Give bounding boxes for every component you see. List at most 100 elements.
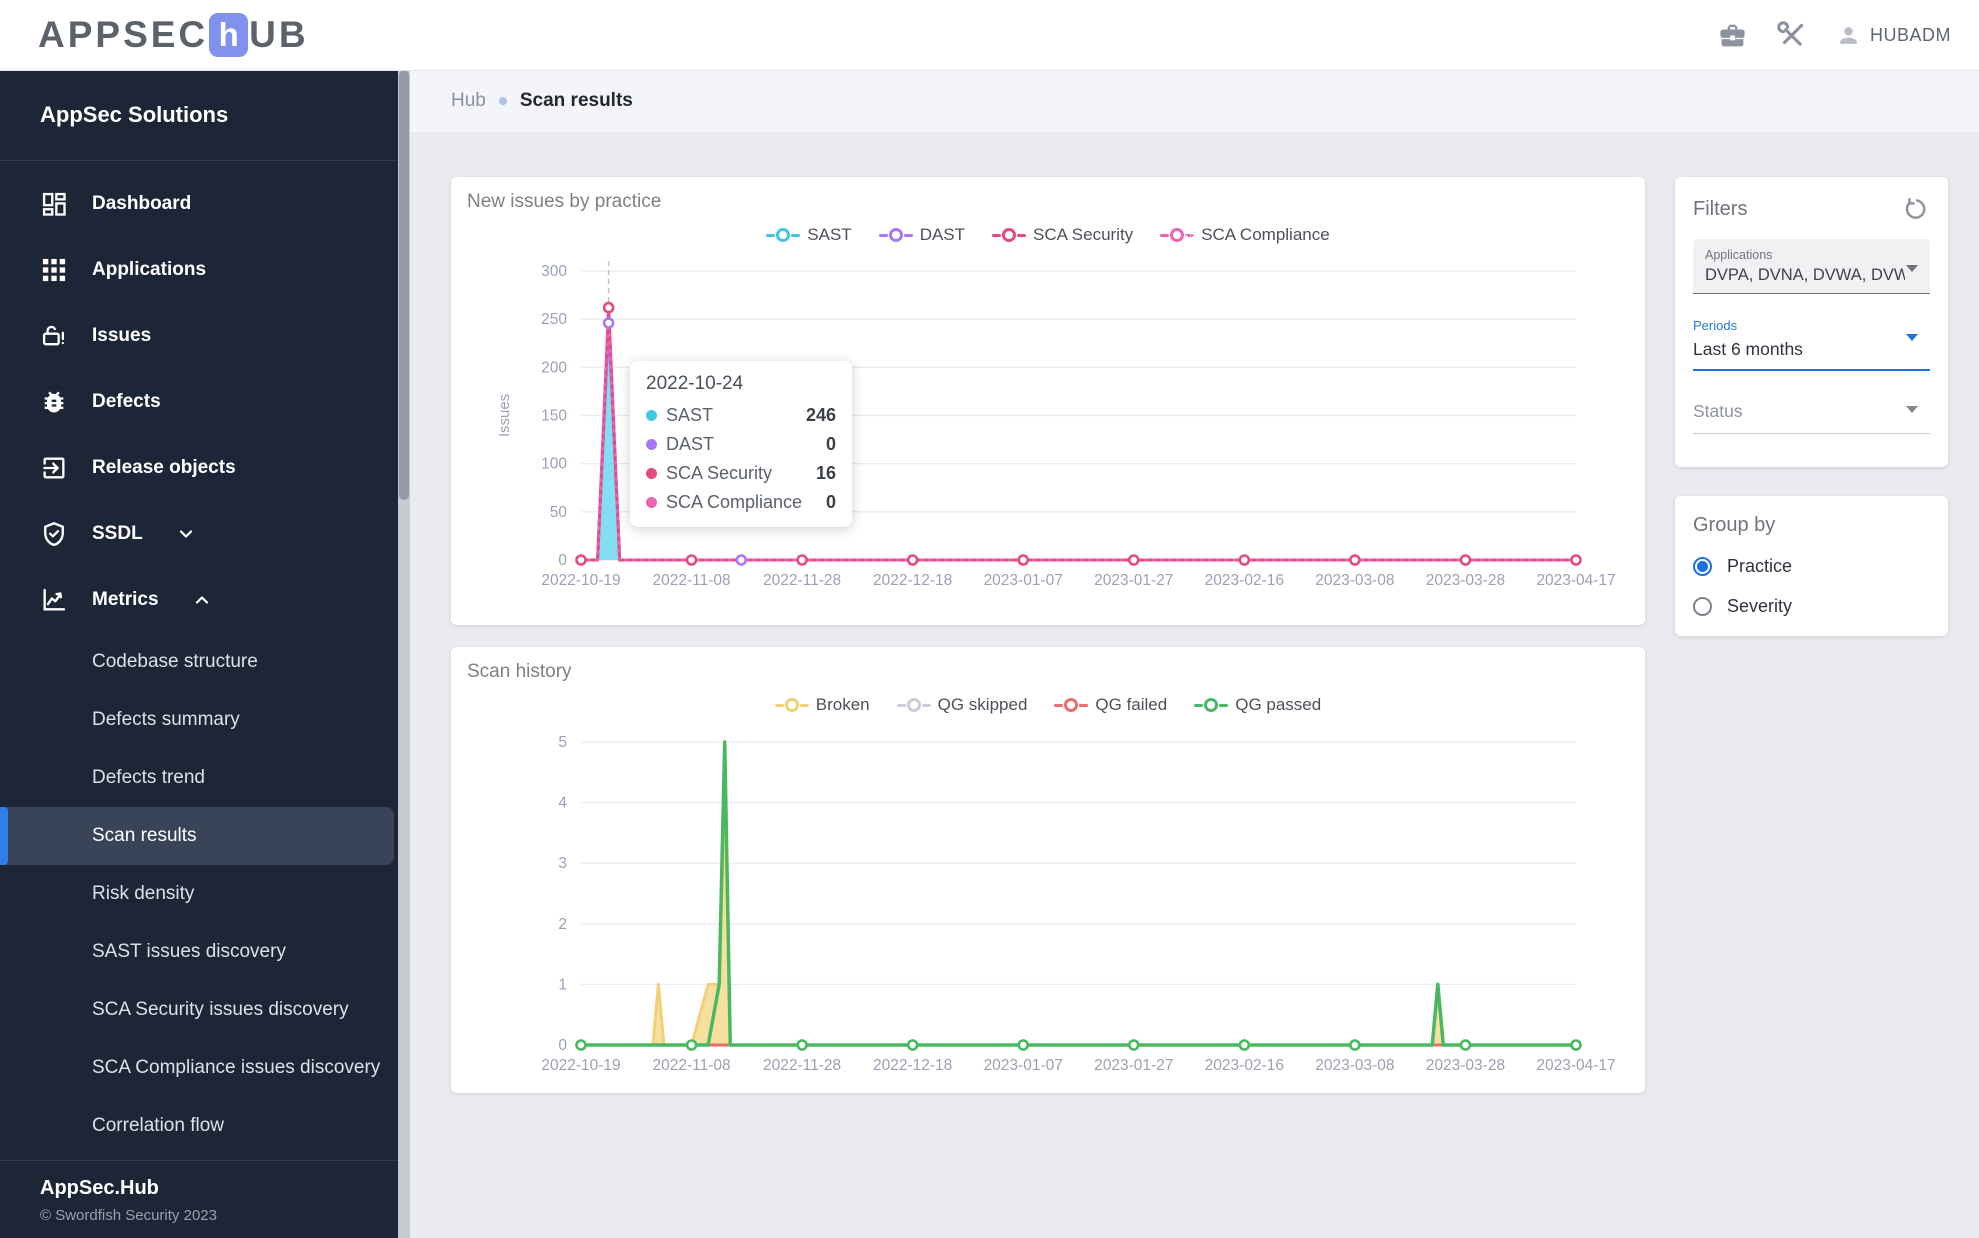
chevron-up-icon xyxy=(191,589,213,611)
sidebar-scrollbar-thumb[interactable] xyxy=(399,70,409,500)
sidebar-item-dashboard[interactable]: Dashboard xyxy=(0,171,410,237)
group-by-options: Practice Severity xyxy=(1693,556,1930,617)
applications-value: DVPA, DVNA, DVWA, DVWA... xyxy=(1705,266,1905,284)
sidebar-item-scan-results[interactable]: Scan results xyxy=(0,807,394,865)
sidebar-item-sast-issues-discovery[interactable]: SAST issues discovery xyxy=(0,923,410,981)
sidebar-subitem-label: SCA Security issues discovery xyxy=(92,999,349,1020)
sidebar-item-ssdl[interactable]: SSDL xyxy=(0,501,410,567)
filters-title: Filters xyxy=(1693,197,1748,220)
dashboard-icon xyxy=(40,190,68,218)
tooltip-series-value: 0 xyxy=(825,434,836,454)
sidebar-subitem-label: Defects summary xyxy=(92,709,240,730)
svg-text:1: 1 xyxy=(558,976,567,993)
sidebar-item-metrics[interactable]: Metrics xyxy=(0,567,410,633)
sidebar-scrollbar[interactable] xyxy=(398,70,410,1238)
chevron-down-icon xyxy=(175,523,197,545)
new-issues-card: New issues by practice SAST DAST SCA Secur… xyxy=(451,177,1645,625)
sidebar-item-risk-density[interactable]: Risk density xyxy=(0,865,410,923)
sidebar-item-sca-security-issues-discovery[interactable]: SCA Security issues discovery xyxy=(0,981,410,1039)
applications-caret-icon xyxy=(1906,265,1918,272)
series-dot-icon xyxy=(646,410,657,421)
sidebar-item-issues[interactable]: Issues xyxy=(0,303,410,369)
chart1-title: New issues by practice xyxy=(467,191,662,212)
status-select[interactable]: Status xyxy=(1693,401,1930,434)
scan-history-chart[interactable]: 0 1 2 3 4 5 2022-10-19 2022-11-08 2022-11-28 2022… xyxy=(491,709,1631,1085)
svg-text:2: 2 xyxy=(558,916,567,933)
series-dot-icon xyxy=(646,439,657,450)
svg-text:100: 100 xyxy=(541,456,567,473)
sidebar-item-defects-summary[interactable]: Defects summary xyxy=(0,691,410,749)
svg-text:2023-01-27: 2023-01-27 xyxy=(1094,572,1173,589)
sidebar-item-defects-trend[interactable]: Defects trend xyxy=(0,749,410,807)
sidebar-subitem-label: SCA Compliance issues discovery xyxy=(92,1057,381,1078)
reset-filters-icon[interactable] xyxy=(1902,195,1930,223)
breadcrumb-hub-link[interactable]: Hub xyxy=(451,90,486,112)
breadcrumb-current: Scan results xyxy=(519,90,633,111)
toolbox-icon[interactable] xyxy=(1718,21,1747,50)
sidebar-subitem-label: Scan results xyxy=(92,825,197,846)
status-caret-icon xyxy=(1906,406,1918,413)
user-icon xyxy=(1836,23,1861,48)
svg-text:2023-03-28: 2023-03-28 xyxy=(1426,1057,1505,1074)
svg-text:2022-10-19: 2022-10-19 xyxy=(541,1057,620,1074)
breadcrumb: Hub Scan results xyxy=(410,70,1979,132)
tooltip-series-value: 0 xyxy=(825,492,836,512)
svg-text:2023-01-07: 2023-01-07 xyxy=(984,1057,1063,1074)
svg-text:2022-11-08: 2022-11-08 xyxy=(652,572,730,589)
breadcrumb-separator-icon xyxy=(498,97,507,105)
svg-text:2022-12-18: 2022-12-18 xyxy=(873,572,952,589)
user-name: HUBADM xyxy=(1869,24,1951,45)
svg-text:0: 0 xyxy=(558,1037,567,1054)
tooltip-series-name: SCA Compliance xyxy=(666,492,803,512)
sidebar-item-label: Release objects xyxy=(92,457,236,478)
periods-caret-icon xyxy=(1906,334,1918,341)
svg-text:2023-02-16: 2023-02-16 xyxy=(1205,1057,1284,1074)
svg-text:0: 0 xyxy=(558,552,567,569)
sidebar-item-codebase-structure[interactable]: Codebase structure xyxy=(0,633,410,691)
radio-unselected-icon[interactable] xyxy=(1693,597,1712,616)
sidebar-item-release-objects[interactable]: Release objects xyxy=(0,435,410,501)
ssdl-icon xyxy=(40,520,68,548)
sidebar-footer-title: AppSec.Hub xyxy=(40,1177,159,1199)
chart2-title: Scan history xyxy=(467,661,572,682)
periods-select[interactable]: Periods Last 6 months xyxy=(1693,318,1930,371)
group-by-option-severity[interactable]: Severity xyxy=(1693,596,1930,617)
svg-text:2022-11-28: 2022-11-28 xyxy=(763,572,841,589)
sidebar-footer-copyright: © Swordfish Security 2023 xyxy=(40,1207,217,1224)
user-menu[interactable]: HUBADM xyxy=(1836,23,1951,48)
sidebar-footer: AppSec.Hub © Swordfish Security 2023 xyxy=(0,1160,410,1238)
group-by-title: Group by xyxy=(1693,514,1776,536)
svg-text:2023-04-17: 2023-04-17 xyxy=(1536,1057,1615,1074)
radio-label: Severity xyxy=(1727,596,1793,616)
sidebar-item-label: SSDL xyxy=(92,523,143,544)
svg-text:2023-03-08: 2023-03-08 xyxy=(1315,1057,1394,1074)
svg-text:3: 3 xyxy=(558,855,567,872)
sidebar-item-sca-compliance-issues-discovery[interactable]: SCA Compliance issues discovery xyxy=(0,1039,410,1097)
sidebar-item-label: Issues xyxy=(92,325,152,346)
sidebar-item-correlation-flow[interactable]: Correlation flow xyxy=(0,1097,410,1155)
svg-text:2022-11-08: 2022-11-08 xyxy=(652,1057,730,1074)
svg-text:2022-12-18: 2022-12-18 xyxy=(873,1057,952,1074)
metrics-icon xyxy=(40,586,68,614)
radio-selected-icon[interactable] xyxy=(1693,557,1712,576)
svg-text:2023-02-16: 2023-02-16 xyxy=(1205,572,1284,589)
applications-label: Applications xyxy=(1705,248,1773,262)
series-dot-icon xyxy=(646,468,657,479)
svg-text:2023-03-28: 2023-03-28 xyxy=(1426,572,1505,589)
sidebar-item-applications[interactable]: Applications xyxy=(0,237,410,303)
sidebar-item-defects[interactable]: Defects xyxy=(0,369,410,435)
scan-history-card: Scan history Broken QG skipped QG failed QG… xyxy=(451,647,1645,1093)
sidebar-subitem-label: Correlation flow xyxy=(92,1115,224,1136)
top-header: APPSEC h UB HUBADM xyxy=(0,0,1979,71)
applications-select[interactable]: Applications DVPA, DVNA, DVWA, DVWA... xyxy=(1693,239,1930,294)
tools-icon[interactable] xyxy=(1777,20,1806,50)
group-by-card: Group by Practice Severity xyxy=(1675,496,1948,636)
sidebar-item-label: Defects xyxy=(92,391,161,412)
svg-text:200: 200 xyxy=(541,359,567,376)
group-by-option-practice[interactable]: Practice xyxy=(1693,556,1930,577)
sidebar-subitem-label: Risk density xyxy=(92,883,195,904)
app-logo[interactable]: APPSEC h UB xyxy=(38,13,309,57)
logo-text-prefix: APPSEC xyxy=(38,14,209,55)
tooltip-row-dast: DAST 0 xyxy=(646,430,836,459)
periods-label: Periods xyxy=(1693,318,1738,333)
